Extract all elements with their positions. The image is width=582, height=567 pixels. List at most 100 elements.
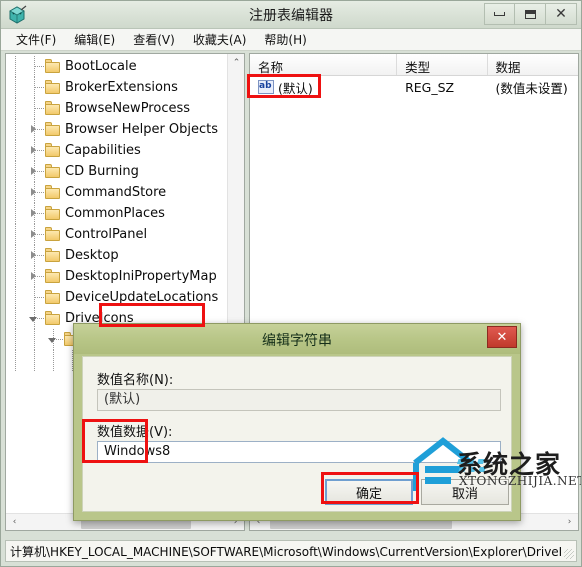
tree-guide-line bbox=[15, 266, 16, 287]
tree-connector-line bbox=[35, 87, 44, 88]
tree-expander-collapsed-icon[interactable] bbox=[29, 145, 39, 155]
tree-expander-expanded-icon[interactable] bbox=[29, 313, 39, 323]
dialog-close-button[interactable]: ✕ bbox=[487, 326, 517, 348]
tree-expander-collapsed-icon[interactable] bbox=[29, 208, 39, 218]
tree-guide-line bbox=[15, 56, 16, 77]
tree-expander-collapsed-icon[interactable] bbox=[29, 229, 39, 239]
tree-expander-collapsed-icon[interactable] bbox=[29, 271, 39, 281]
dialog-title-bar: 编辑字符串 ✕ bbox=[74, 324, 520, 354]
tree-guide-line bbox=[15, 308, 16, 329]
chevron-right-icon: › bbox=[567, 517, 572, 527]
menu-item-help[interactable]: 帮助(H) bbox=[255, 29, 315, 50]
column-header-type[interactable]: 类型 bbox=[397, 54, 488, 75]
tree-guide-line bbox=[15, 329, 16, 350]
table-row[interactable]: ab (默认) REG_SZ (数值未设置) bbox=[250, 76, 578, 98]
resize-grip-icon[interactable] bbox=[564, 549, 574, 559]
tree-item-label: Capabilities bbox=[65, 143, 141, 158]
tree-item-deviceupdatelocations[interactable]: DeviceUpdateLocations bbox=[6, 287, 227, 308]
folder-icon bbox=[45, 164, 61, 178]
edit-string-dialog: 编辑字符串 ✕ 数值名称(N): (默认) 数值数据(V): Windows8 … bbox=[73, 323, 521, 521]
menu-item-file[interactable]: 文件(F) bbox=[7, 29, 65, 50]
tree-item-brokerextensions[interactable]: BrokerExtensions bbox=[6, 77, 227, 98]
tree-item-label: ControlPanel bbox=[65, 227, 148, 242]
ok-button[interactable]: 确定 bbox=[325, 479, 413, 505]
folder-icon bbox=[45, 290, 61, 304]
values-scroll-right-button[interactable]: › bbox=[561, 514, 578, 531]
tree-expander-collapsed-icon[interactable] bbox=[29, 166, 39, 176]
tree-scroll-up-button[interactable]: ⌃ bbox=[228, 54, 244, 71]
value-name-cell[interactable]: ab (默认) bbox=[250, 78, 397, 97]
folder-icon bbox=[45, 185, 61, 199]
menu-item-view[interactable]: 查看(V) bbox=[124, 29, 184, 50]
tree-item-desktopinipropertymap[interactable]: DesktopIniPropertyMap bbox=[6, 266, 227, 287]
tree-item-label: CommonPlaces bbox=[65, 206, 165, 221]
folder-icon bbox=[45, 269, 61, 283]
tree-item-commandstore[interactable]: CommandStore bbox=[6, 182, 227, 203]
tree-item-label: DesktopIniPropertyMap bbox=[65, 269, 217, 284]
menu-item-edit[interactable]: 编辑(E) bbox=[65, 29, 124, 50]
maximize-button[interactable] bbox=[515, 3, 546, 25]
value-data-cell: (数值未设置) bbox=[495, 80, 568, 96]
tree-item-label: BrowseNewProcess bbox=[65, 101, 191, 116]
close-button[interactable]: ✕ bbox=[546, 3, 577, 25]
tree-item-controlpanel[interactable]: ControlPanel bbox=[6, 224, 227, 245]
tree-scroll-left-button[interactable]: ‹ bbox=[6, 514, 23, 531]
tree-item-desktop[interactable]: Desktop bbox=[6, 245, 227, 266]
tree-guide-line bbox=[15, 287, 16, 308]
tree-expander-collapsed-icon[interactable] bbox=[29, 187, 39, 197]
tree-connector-line bbox=[35, 66, 44, 67]
tree-guide-line bbox=[15, 119, 16, 140]
tree-guide-line bbox=[15, 203, 16, 224]
tree-item-bootlocale[interactable]: BootLocale bbox=[6, 56, 227, 77]
tree-connector-line bbox=[35, 297, 44, 298]
tree-guide-line bbox=[15, 140, 16, 161]
folder-icon bbox=[45, 143, 61, 157]
tree-guide-line bbox=[15, 182, 16, 203]
tree-item-label: CD Burning bbox=[65, 164, 139, 179]
title-bar: 注册表编辑器 ✕ bbox=[1, 1, 581, 29]
dialog-title: 编辑字符串 bbox=[262, 333, 332, 349]
registry-editor-window: 注册表编辑器 ✕ 文件(F) 编辑(E) 查看(V) 收藏夫(A) 帮助(H) … bbox=[0, 0, 582, 567]
folder-icon bbox=[45, 59, 61, 73]
tree-item-browser-helper-objects[interactable]: Browser Helper Objects bbox=[6, 119, 227, 140]
tree-guide-line bbox=[15, 77, 16, 98]
column-header-data[interactable]: 数据 bbox=[488, 54, 578, 75]
tree-guide-line bbox=[34, 329, 35, 350]
folder-icon bbox=[45, 206, 61, 220]
tree-guide-line bbox=[34, 350, 35, 371]
tree-item-cd-burning[interactable]: CD Burning bbox=[6, 161, 227, 182]
folder-icon bbox=[45, 101, 61, 115]
tree-guide-line bbox=[15, 350, 16, 371]
status-bar-path: 计算机\HKEY_LOCAL_MACHINE\SOFTWARE\Microsof… bbox=[10, 544, 563, 559]
value-data-input[interactable]: Windows8 bbox=[97, 441, 501, 463]
menu-item-favorites[interactable]: 收藏夫(A) bbox=[184, 29, 256, 50]
column-header-name[interactable]: 名称 bbox=[250, 54, 398, 75]
tree-item-label: Desktop bbox=[65, 248, 119, 263]
chevron-left-icon: ‹ bbox=[12, 517, 17, 527]
value-data-label: 数值数据(V): bbox=[97, 425, 173, 440]
tree-item-capabilities[interactable]: Capabilities bbox=[6, 140, 227, 161]
tree-guide-line bbox=[15, 245, 16, 266]
tree-item-commonplaces[interactable]: CommonPlaces bbox=[6, 203, 227, 224]
folder-icon bbox=[45, 227, 61, 241]
tree-expander-collapsed-icon[interactable] bbox=[29, 124, 39, 134]
value-name-label: 数值名称(N): bbox=[97, 373, 174, 388]
tree-expander-expanded-icon[interactable] bbox=[48, 334, 58, 344]
value-name-input[interactable]: (默认) bbox=[97, 389, 501, 411]
values-list-header: 名称 类型 数据 bbox=[250, 54, 578, 76]
tree-guide-line bbox=[15, 224, 16, 245]
minimize-button[interactable] bbox=[484, 3, 515, 25]
cancel-button[interactable]: 取消 bbox=[421, 479, 509, 505]
folder-icon bbox=[45, 122, 61, 136]
tree-item-label: BootLocale bbox=[65, 59, 137, 74]
tree-item-browsenewprocess[interactable]: BrowseNewProcess bbox=[6, 98, 227, 119]
close-icon: ✕ bbox=[496, 329, 508, 345]
value-name-text: (默认) bbox=[278, 80, 313, 96]
string-value-icon: ab bbox=[258, 80, 274, 94]
tree-expander-collapsed-icon[interactable] bbox=[29, 250, 39, 260]
tree-item-label: Browser Helper Objects bbox=[65, 122, 219, 137]
status-bar: 计算机\HKEY_LOCAL_MACHINE\SOFTWARE\Microsof… bbox=[5, 540, 577, 562]
minimize-icon bbox=[494, 12, 505, 16]
menu-bar: 文件(F) 编辑(E) 查看(V) 收藏夫(A) 帮助(H) bbox=[1, 29, 581, 51]
chevron-up-icon: ⌃ bbox=[232, 57, 241, 68]
